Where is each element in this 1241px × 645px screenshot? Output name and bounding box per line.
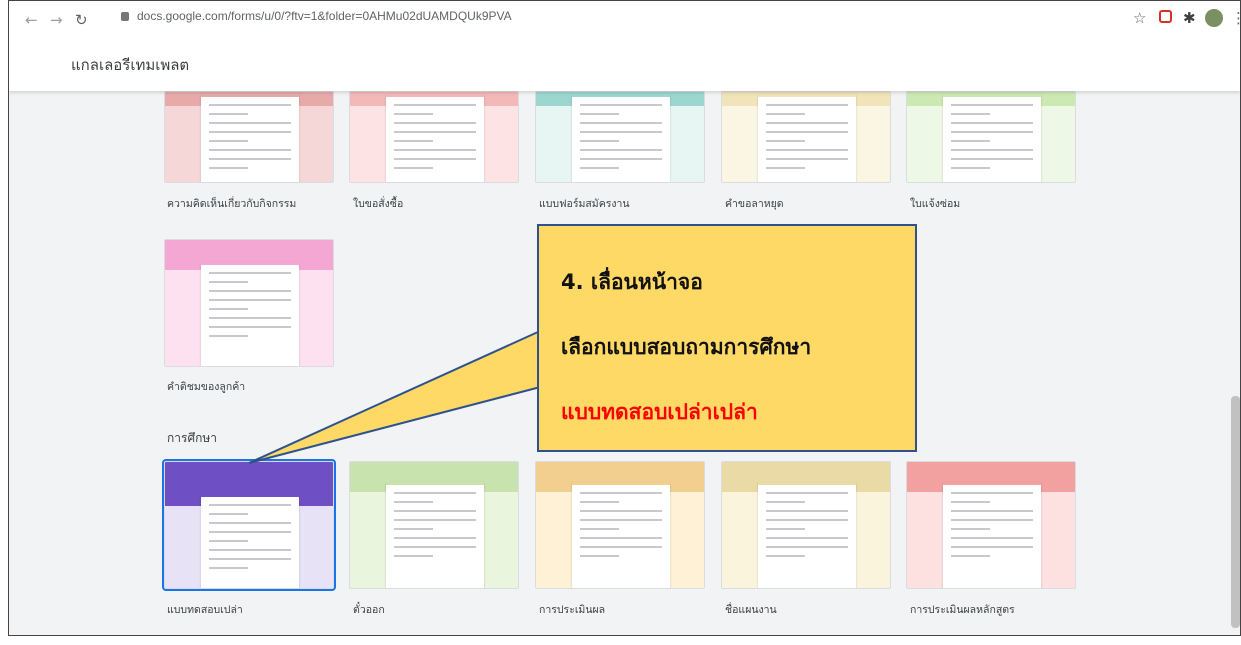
callout-instruction: เลือกแบบสอบถามการศึกษา bbox=[561, 335, 812, 359]
callout-highlight: แบบทดสอบเปล่าเปล่า bbox=[561, 400, 758, 424]
screenshot-frame: ← → ↻ docs.google.com/forms/u/0/?ftv=1&f… bbox=[8, 0, 1241, 636]
callout-step: 4. เลื่อนหน้าจอ bbox=[561, 270, 703, 294]
instruction-callout: 4. เลื่อนหน้าจอ เลือกแบบสอบถามการศึกษา แ… bbox=[537, 224, 917, 452]
